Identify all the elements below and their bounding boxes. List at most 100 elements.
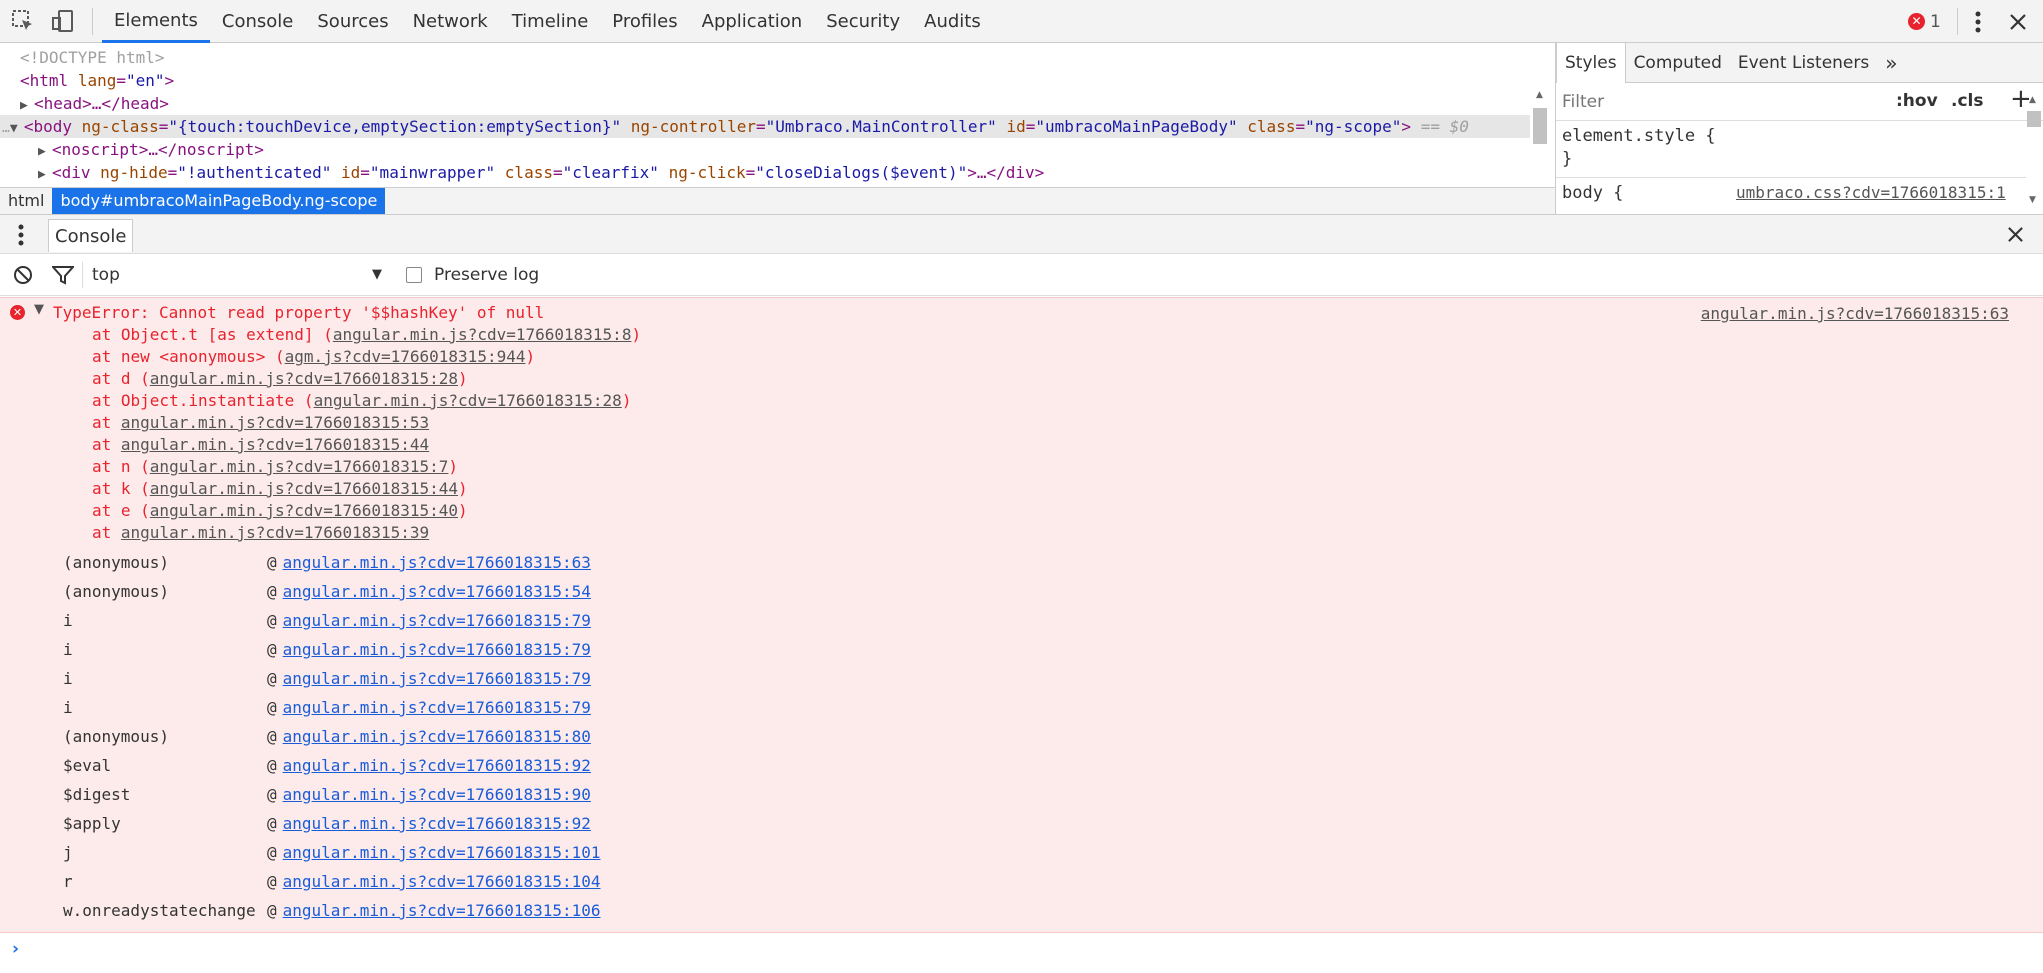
tab-sources[interactable]: Sources [305, 0, 400, 43]
scroll-up-icon[interactable]: ▲ [1536, 90, 1543, 100]
trace-source-link[interactable]: angular.min.js?cdv=1766018315:39 [121, 523, 429, 542]
trace-source-link[interactable]: angular.min.js?cdv=1766018315:40 [150, 501, 458, 520]
dom-noscript[interactable]: ▶ <noscript>…</noscript> [38, 138, 264, 161]
tab-styles[interactable]: Styles [1556, 43, 1626, 83]
body-rule-selector[interactable]: body { [1562, 183, 1623, 203]
trace-source-link[interactable]: angular.min.js?cdv=1766018315:28 [150, 369, 458, 388]
trace-source-link[interactable]: angular.min.js?cdv=1766018315:28 [314, 391, 622, 410]
stack-source-link[interactable]: angular.min.js?cdv=1766018315:101 [283, 843, 601, 862]
trace-source-link[interactable]: angular.min.js?cdv=1766018315:53 [121, 413, 429, 432]
expand-triangle-icon[interactable]: ▶ [20, 94, 34, 117]
breadcrumb-body[interactable]: body#umbracoMainPageBody.ng-scope [52, 188, 386, 214]
stack-source-link[interactable]: angular.min.js?cdv=1766018315:79 [283, 611, 591, 630]
tab-profiles[interactable]: Profiles [600, 0, 689, 43]
trace-source-link[interactable]: angular.min.js?cdv=1766018315:44 [121, 435, 429, 454]
trace-line: at d (angular.min.js?cdv=1766018315:28) [92, 368, 468, 390]
error-counter[interactable]: ✕ 1 [1908, 0, 1941, 43]
stack-source-link[interactable]: angular.min.js?cdv=1766018315:92 [283, 814, 591, 833]
dom-body-selected[interactable]: …▼ <body ng-class="{touch:touchDevice,emp… [0, 115, 1530, 138]
hover-state-toggle[interactable]: :hov [1896, 91, 1938, 111]
trace-suffix: ) [458, 369, 468, 388]
styles-filter-input[interactable] [1562, 91, 1862, 113]
dom-html[interactable]: <html lang="en"> [20, 69, 174, 92]
collapse-triangle-icon[interactable]: ▼ [10, 117, 24, 140]
div-close-tag: >…</div> [967, 163, 1045, 182]
head-tag: <head>…</head> [34, 94, 169, 113]
stack-at-sign: @ [267, 669, 277, 688]
scroll-thumb[interactable] [2027, 111, 2041, 127]
scroll-down-icon[interactable]: ▼ [2029, 195, 2036, 205]
stack-source-link[interactable]: angular.min.js?cdv=1766018315:79 [283, 669, 591, 688]
stack-source-link[interactable]: angular.min.js?cdv=1766018315:63 [283, 553, 591, 572]
filter-icon[interactable] [50, 265, 76, 290]
scroll-up-icon[interactable]: ▲ [2029, 95, 2036, 105]
tab-event-listeners[interactable]: Event Listeners [1730, 43, 1877, 83]
preserve-log-checkbox[interactable] [406, 267, 422, 283]
context-selector[interactable]: top [92, 254, 120, 296]
close-devtools-icon[interactable] [2005, 0, 2031, 43]
console-prompt[interactable]: › [0, 933, 2043, 973]
stack-source-link[interactable]: angular.min.js?cdv=1766018315:79 [283, 640, 591, 659]
tab-timeline[interactable]: Timeline [500, 0, 601, 43]
context-dropdown-icon[interactable]: ▼ [372, 254, 382, 296]
tab-console[interactable]: Console [210, 0, 305, 43]
tab-security[interactable]: Security [814, 0, 912, 43]
styles-scrollbar[interactable]: ▲ ▼ [2024, 95, 2043, 205]
trace-suffix: ) [458, 479, 468, 498]
error-source-link[interactable]: angular.min.js?cdv=1766018315:63 [1701, 304, 2009, 323]
scroll-thumb[interactable] [1533, 108, 1547, 144]
more-tabs-icon[interactable]: » [1877, 43, 1905, 83]
stack-function-name: $eval [63, 756, 112, 775]
expand-triangle-icon[interactable]: ▶ [38, 163, 52, 186]
trace-prefix: at d ( [92, 369, 150, 388]
tab-network[interactable]: Network [401, 0, 500, 43]
body-attr-name: class [1247, 117, 1296, 136]
clear-console-icon[interactable] [13, 265, 33, 290]
drawer-tab-console[interactable]: Console [48, 219, 134, 252]
collapse-triangle-icon[interactable]: ▼ [34, 302, 44, 317]
device-toolbar-icon[interactable] [50, 8, 76, 34]
stack-row: i @ angular.min.js?cdv=1766018315:79 [63, 635, 591, 664]
stack-at-sign: @ [267, 553, 277, 572]
dom-div-mainwrapper[interactable]: ▶ <div ng-hide="!authenticated" id="mainw… [38, 161, 1044, 184]
tab-audits[interactable]: Audits [912, 0, 993, 43]
stack-source-link[interactable]: angular.min.js?cdv=1766018315:104 [283, 872, 601, 891]
drawer-menu-icon[interactable] [18, 224, 24, 251]
trace-source-link[interactable]: angular.min.js?cdv=1766018315:44 [150, 479, 458, 498]
tab-computed[interactable]: Computed [1626, 43, 1730, 83]
stack-row: w.onreadystatechange @ angular.min.js?cdv=… [63, 896, 601, 925]
stack-source-link[interactable]: angular.min.js?cdv=1766018315:92 [283, 756, 591, 775]
div-attr-name: class [504, 163, 553, 182]
stack-source-link[interactable]: angular.min.js?cdv=1766018315:80 [283, 727, 591, 746]
breadcrumb-html[interactable]: html [0, 188, 52, 214]
stack-source-link[interactable]: angular.min.js?cdv=1766018315:90 [283, 785, 591, 804]
trace-source-link[interactable]: angular.min.js?cdv=1766018315:8 [333, 325, 632, 344]
tab-application[interactable]: Application [690, 0, 815, 43]
div-attr-value: "clearfix" [562, 163, 659, 182]
close-drawer-icon[interactable] [2007, 226, 2024, 248]
stack-source-link[interactable]: angular.min.js?cdv=1766018315:106 [283, 901, 601, 920]
panel-tabs: Elements Console Sources Network Timelin… [102, 0, 993, 43]
inspect-element-icon[interactable] [10, 8, 36, 34]
trace-prefix: at k ( [92, 479, 150, 498]
body-attr-value: "ng-scope" [1305, 117, 1402, 136]
element-style-rule[interactable]: element.style { [1562, 126, 1716, 146]
trace-source-link[interactable]: agm.js?cdv=1766018315:944 [285, 347, 526, 366]
class-toggle[interactable]: .cls [1951, 91, 1983, 111]
stack-row: $digest @ angular.min.js?cdv=1766018315:90 [63, 780, 591, 809]
trace-prefix: at Object.t [as extend] ( [92, 325, 333, 344]
div-attr-value: "!authenticated" [177, 163, 332, 182]
more-options-icon[interactable] [1966, 0, 1990, 43]
stack-source-link[interactable]: angular.min.js?cdv=1766018315:54 [283, 582, 591, 601]
styles-filter-bar: :hov .cls + [1556, 83, 2043, 121]
stack-row: (anonymous) @ angular.min.js?cdv=176601831… [63, 577, 591, 606]
trace-source-link[interactable]: angular.min.js?cdv=1766018315:7 [150, 457, 449, 476]
dom-head[interactable]: ▶ <head>…</head> [20, 92, 169, 115]
body-rule-source-link[interactable]: umbraco.css?cdv=1766018315:1 [1736, 183, 2006, 202]
tab-elements[interactable]: Elements [102, 0, 210, 43]
stack-source-link[interactable]: angular.min.js?cdv=1766018315:79 [283, 698, 591, 717]
dom-doctype[interactable]: <!DOCTYPE html> [20, 46, 165, 69]
div-attr-name: id [341, 163, 361, 182]
expand-triangle-icon[interactable]: ▶ [38, 140, 52, 163]
elements-scrollbar[interactable]: ▲ ▼ [1530, 90, 1550, 187]
